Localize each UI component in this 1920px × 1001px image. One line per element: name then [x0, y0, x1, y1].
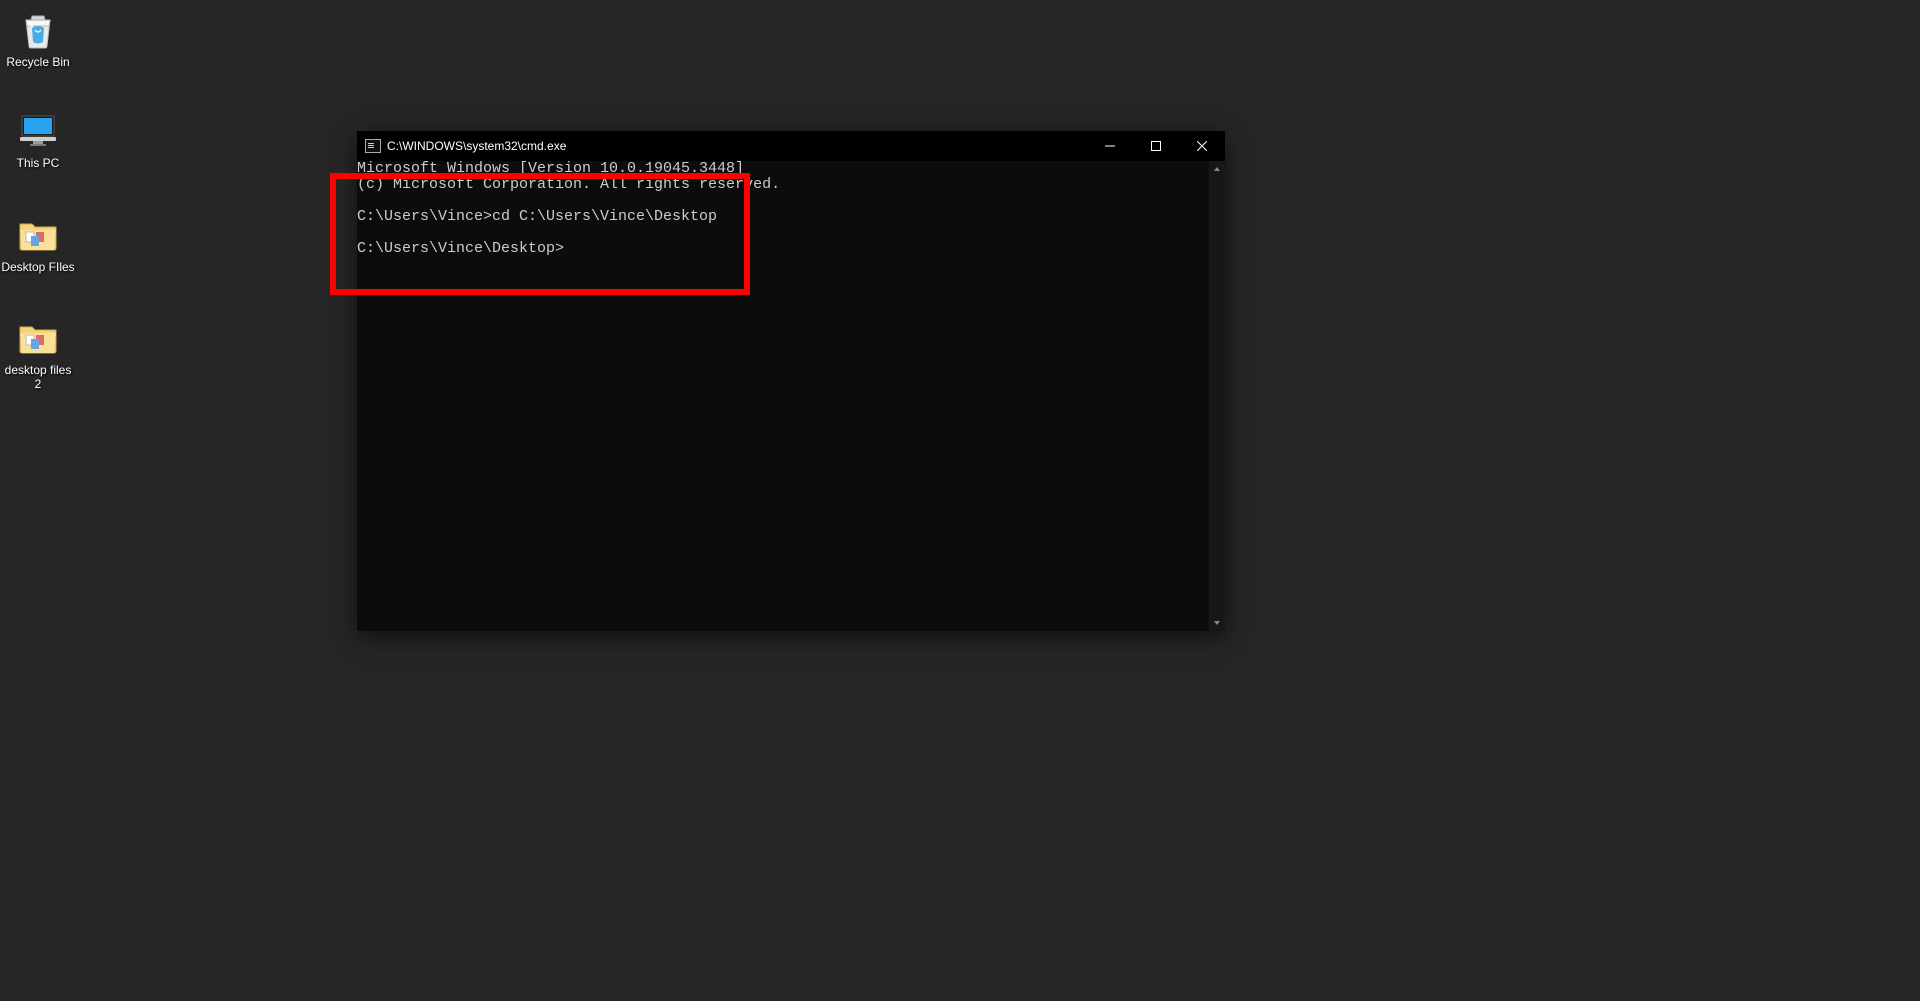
cmd-output[interactable]: Microsoft Windows [Version 10.0.19045.34… [357, 161, 1209, 631]
cmd-line: Microsoft Windows [Version 10.0.19045.34… [357, 161, 744, 177]
cmd-line: C:\Users\Vince\Desktop> [357, 240, 564, 257]
cmd-window[interactable]: C:\WINDOWS\system32\cmd.exe Microsoft Wi… [357, 131, 1225, 631]
this-pc-icon [17, 110, 59, 152]
maximize-button[interactable] [1133, 131, 1179, 161]
folder-icon [17, 214, 59, 256]
recycle-bin-icon [17, 9, 59, 51]
scroll-up-button[interactable] [1209, 161, 1225, 177]
desktop-icon-label: Desktop FIles [1, 260, 74, 274]
desktop-icon-this-pc[interactable]: This PC [0, 110, 76, 170]
desktop-icon-recycle-bin[interactable]: Recycle Bin [0, 9, 76, 69]
cmd-scrollbar[interactable] [1209, 161, 1225, 631]
cmd-title-left: C:\WINDOWS\system32\cmd.exe [357, 139, 566, 153]
close-button[interactable] [1179, 131, 1225, 161]
desktop-icon-label: desktop files 2 [0, 363, 76, 391]
desktop-icon-folder-desktop-files[interactable]: Desktop FIles [0, 214, 76, 274]
desktop: Recycle Bin This PC Deskt [0, 0, 1920, 1001]
desktop-icon-label: This PC [17, 156, 60, 170]
desktop-icon-folder-desktop-files-2[interactable]: desktop files 2 [0, 317, 76, 391]
scroll-down-button[interactable] [1209, 615, 1225, 631]
minimize-button[interactable] [1087, 131, 1133, 161]
window-controls [1087, 131, 1225, 161]
cmd-system-menu-icon[interactable] [365, 139, 381, 153]
folder-icon [17, 317, 59, 359]
cmd-line: (c) Microsoft Corporation. All rights re… [357, 176, 780, 193]
cmd-title-text: C:\WINDOWS\system32\cmd.exe [387, 139, 566, 153]
desktop-icon-label: Recycle Bin [6, 55, 69, 69]
cmd-body[interactable]: Microsoft Windows [Version 10.0.19045.34… [357, 161, 1225, 631]
cmd-line: C:\Users\Vince>cd C:\Users\Vince\Desktop [357, 208, 717, 225]
cmd-titlebar[interactable]: C:\WINDOWS\system32\cmd.exe [357, 131, 1225, 161]
